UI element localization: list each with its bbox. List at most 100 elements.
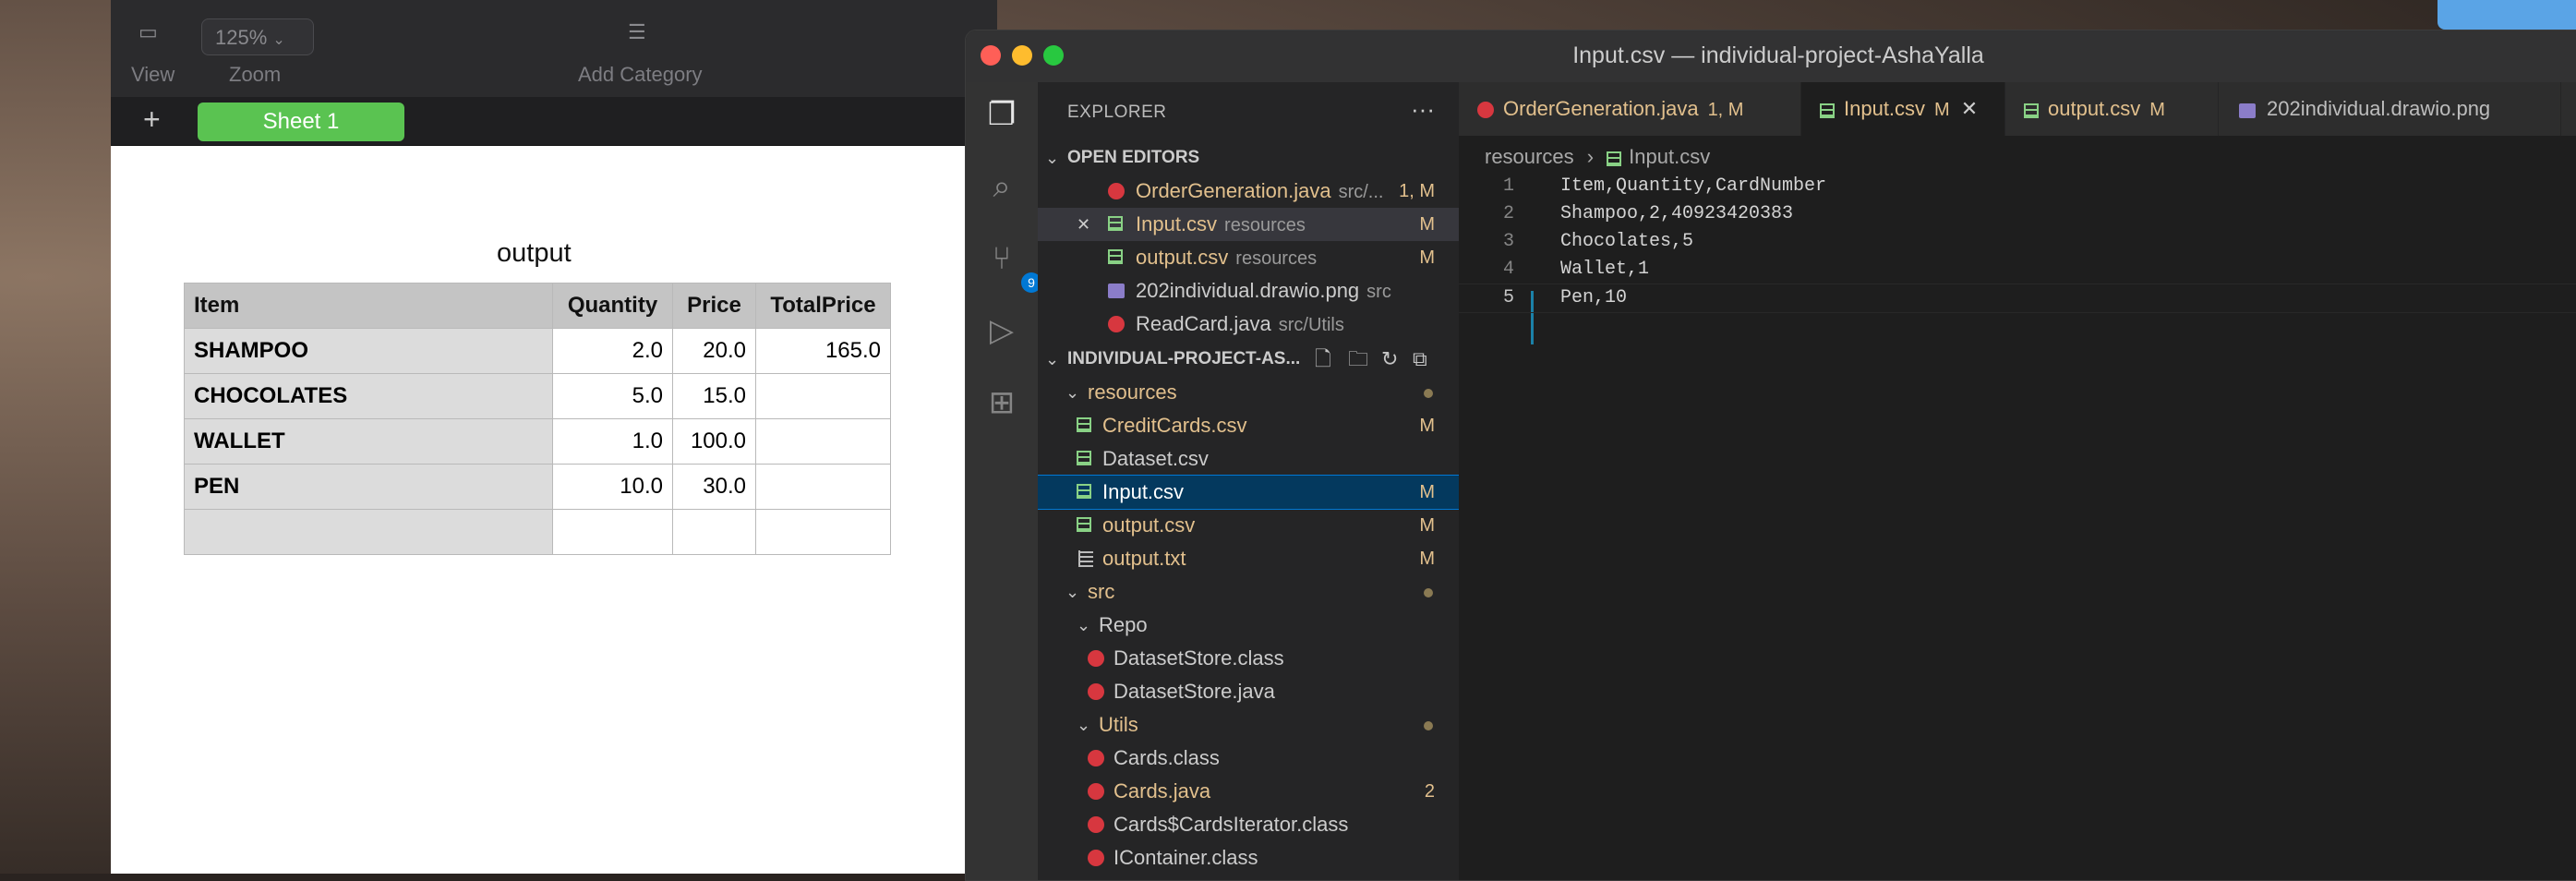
open-editor-item[interactable]: output.csv resources M — [1038, 241, 1459, 274]
table-cell[interactable] — [755, 373, 891, 419]
table-cell[interactable]: 165.0 — [755, 328, 891, 374]
tab-status: 1, M — [1707, 100, 1744, 120]
zoom-dropdown[interactable]: 125% ⌄ — [201, 18, 314, 55]
tab-overflow[interactable] — [2561, 82, 2576, 136]
file-name: DatasetStore.java — [1113, 680, 1275, 703]
header-cell[interactable]: TotalPrice — [755, 283, 891, 329]
tree-file[interactable]: DatasetStore.java — [1038, 675, 1459, 708]
table-row: SHAMPOO 2.0 20.0 165.0 — [184, 328, 891, 374]
explorer-icon[interactable]: ❐ — [982, 95, 1021, 134]
header-cell[interactable]: Quantity — [552, 283, 673, 329]
tree-file[interactable]: Input.csv M — [1038, 475, 1459, 510]
table-cell[interactable]: 30.0 — [672, 464, 756, 510]
csv-file-icon — [1077, 484, 1091, 499]
file-status: M — [1419, 214, 1435, 235]
tree-file[interactable]: output.csv M — [1038, 509, 1459, 542]
source-control-icon[interactable]: ⑂ 9 — [982, 239, 1041, 293]
more-actions-icon[interactable]: ··· — [1411, 95, 1435, 124]
list-icon[interactable]: ☰ — [628, 20, 646, 44]
new-file-icon[interactable]: 🗋 — [1315, 343, 1331, 376]
close-icon[interactable]: ✕ — [1961, 97, 1978, 120]
java-file-icon — [1088, 750, 1104, 766]
header-cell[interactable]: Item — [184, 283, 553, 329]
sidebar-toggle-icon[interactable]: ▭ — [138, 20, 158, 44]
tree-file[interactable]: Cards.java 2 — [1038, 775, 1459, 808]
table-cell[interactable]: 20.0 — [672, 328, 756, 374]
table-cell[interactable]: 100.0 — [672, 418, 756, 465]
table-cell[interactable]: WALLET — [184, 418, 553, 465]
file-status: M — [1419, 515, 1435, 536]
table-cell[interactable]: 15.0 — [672, 373, 756, 419]
table-cell[interactable]: SHAMPOO — [184, 328, 553, 374]
table-cell[interactable]: CHOCOLATES — [184, 373, 553, 419]
tree-file[interactable]: DatasetStore.class — [1038, 642, 1459, 675]
tree-file[interactable]: Cards$CardsIterator.class — [1038, 808, 1459, 841]
tree-file[interactable]: IContainer.class — [1038, 841, 1459, 875]
collapse-all-icon[interactable]: ⧉ — [1413, 343, 1427, 376]
java-file-icon — [1088, 850, 1104, 866]
table-cell[interactable] — [755, 464, 891, 510]
tree-folder[interactable]: ⌄ resources — [1038, 376, 1459, 409]
project-header[interactable]: ⌄ INDIVIDUAL-PROJECT-AS... 🗋 🗀 ↻ ⧉ — [1038, 343, 1459, 376]
table-cell[interactable]: 1.0 — [552, 418, 673, 465]
csv-file-icon — [2024, 103, 2039, 118]
open-editor-item[interactable]: 202individual.drawio.png src — [1038, 274, 1459, 308]
tree-file[interactable]: CreditCards.csv M — [1038, 409, 1459, 442]
tab-ordergeneration[interactable]: OrderGeneration.java 1, M — [1459, 82, 1801, 136]
run-debug-icon[interactable]: ▷ — [982, 311, 1021, 350]
spreadsheet-table[interactable]: Item Quantity Price TotalPrice SHAMPOO 2… — [184, 283, 891, 555]
tab-label: output.csv — [2048, 97, 2141, 120]
csv-file-icon — [1108, 216, 1123, 231]
table-cell[interactable] — [184, 509, 553, 555]
table-cell[interactable] — [672, 509, 756, 555]
extensions-icon[interactable]: ⊞ — [982, 383, 1021, 422]
close-icon[interactable]: ✕ — [1077, 208, 1090, 241]
tab-label: Input.csv — [1844, 97, 1926, 120]
tree-file[interactable]: Cards.class — [1038, 742, 1459, 775]
table-cell[interactable] — [755, 418, 891, 465]
open-editor-label: Input.csv resources — [1136, 208, 1306, 242]
refresh-icon[interactable]: ↻ — [1381, 343, 1398, 376]
tab-output-csv[interactable]: output.csv M — [2005, 82, 2219, 136]
add-category-label[interactable]: Add Category — [578, 63, 703, 87]
line-text: Wallet,1 — [1560, 259, 1650, 280]
code-editor[interactable]: 1 Item,Quantity,CardNumber 2 Shampoo,2,409… — [1459, 173, 2576, 875]
folder-label: resources — [1088, 380, 1177, 404]
tab-drawio-png[interactable]: 202individual.drawio.png — [2219, 82, 2561, 136]
open-editor-item[interactable]: ReadCard.java src/Utils — [1038, 308, 1459, 341]
open-editor-item[interactable]: OrderGeneration.java src/... 1, M — [1038, 175, 1459, 208]
table-cell[interactable]: 10.0 — [552, 464, 673, 510]
table-cell[interactable]: 5.0 — [552, 373, 673, 419]
table-title[interactable]: output — [497, 238, 572, 269]
file-name: IContainer.class — [1113, 846, 1258, 869]
search-icon[interactable]: ⌕ — [982, 167, 1021, 206]
file-name: Cards.java — [1113, 779, 1211, 803]
zoom-label: Zoom — [229, 63, 282, 86]
java-file-icon — [1088, 783, 1104, 800]
desktop-icon[interactable] — [2438, 0, 2576, 30]
breadcrumb-file[interactable]: Input.csv — [1629, 145, 1710, 168]
zoom-value: 125% — [215, 26, 268, 49]
table-cell[interactable] — [552, 509, 673, 555]
tab-input-csv[interactable]: Input.csv M ✕ — [1801, 82, 2005, 136]
add-sheet-button[interactable]: + — [143, 103, 161, 137]
table-cell[interactable] — [755, 509, 891, 555]
tree-file[interactable]: output.txt M — [1038, 542, 1459, 575]
open-editor-item[interactable]: ✕ Input.csv resources M — [1038, 208, 1459, 241]
tree-folder[interactable]: ⌄ Utils — [1038, 708, 1459, 742]
open-editors-header[interactable]: ⌄ OPEN EDITORS — [1038, 141, 1459, 175]
breadcrumb-folder[interactable]: resources — [1485, 145, 1574, 168]
table-cell[interactable]: PEN — [184, 464, 553, 510]
file-path: src/Utils — [1278, 315, 1344, 335]
tree-folder[interactable]: ⌄ src — [1038, 575, 1459, 609]
folder-label: src — [1088, 580, 1115, 603]
table-cell[interactable]: 2.0 — [552, 328, 673, 374]
sheet-tab[interactable]: Sheet 1 — [198, 103, 404, 141]
tree-folder[interactable]: ⌄ Repo — [1038, 609, 1459, 642]
new-folder-icon[interactable]: 🗀 — [1348, 343, 1368, 376]
tree-file[interactable]: Dataset.csv — [1038, 442, 1459, 476]
csv-file-icon — [1108, 249, 1123, 264]
line-number: 1 — [1502, 175, 1514, 197]
header-cell[interactable]: Price — [672, 283, 756, 329]
explorer-sidebar: EXPLORER ··· ⌄ OPEN EDITORS OrderGenerat… — [1038, 82, 1459, 880]
